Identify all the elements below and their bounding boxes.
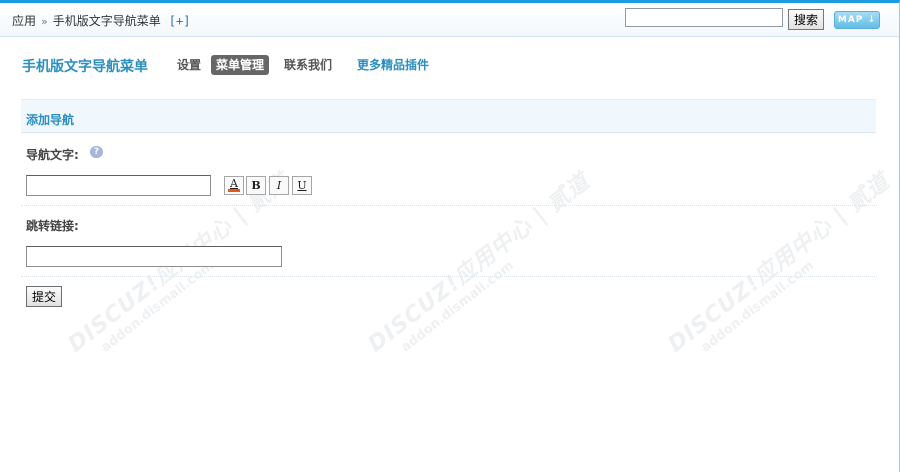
nav-text-input[interactable]: [26, 175, 211, 196]
breadcrumb: 应用 » 手机版文字导航菜单 [+]: [12, 12, 190, 29]
row-divider: [21, 205, 877, 206]
map-button[interactable]: MAP ↓: [834, 11, 880, 29]
more-plugins-link[interactable]: 更多精品插件: [357, 55, 429, 75]
search-input[interactable]: [625, 8, 783, 27]
underline-button[interactable]: U: [292, 176, 312, 195]
color-swatch: [228, 189, 240, 192]
plugin-title: 手机版文字导航菜单: [22, 59, 148, 75]
bold-button[interactable]: B: [246, 176, 266, 195]
submit-button[interactable]: 提交: [26, 286, 62, 307]
tab-menu-manage[interactable]: 菜单管理: [211, 55, 270, 75]
section-title: 添加导航: [26, 113, 75, 127]
watermark: DISCUZ!应用中心 | 贰道 addon.dismall.com: [660, 169, 900, 427]
italic-button[interactable]: I: [269, 176, 289, 195]
admin-frame: DISCUZ!应用中心 | 贰道 addon.dismall.com DISCU…: [0, 0, 900, 472]
link-label: 跳转链接:: [26, 219, 79, 233]
map-button-label: MAP: [837, 15, 864, 25]
link-input[interactable]: [26, 246, 282, 267]
tab-contact-us[interactable]: 联系我们: [284, 55, 332, 75]
nav-text-label: 导航文字:: [26, 148, 79, 162]
tab-settings[interactable]: 设置: [177, 55, 201, 75]
watermark-domain: addon.dismall.com: [398, 258, 517, 356]
breadcrumb-separator: »: [41, 15, 48, 28]
section-header: 添加导航: [21, 99, 876, 133]
watermark-domain: addon.dismall.com: [698, 258, 817, 356]
breadcrumb-root[interactable]: 应用: [12, 14, 36, 28]
watermark: DISCUZ!应用中心 | 贰道 addon.dismall.com: [360, 169, 631, 427]
add-to-favorites-link[interactable]: [+]: [169, 14, 191, 28]
watermark: DISCUZ!应用中心 | 贰道 addon.dismall.com: [60, 169, 331, 427]
watermark-domain: addon.dismall.com: [98, 258, 217, 356]
top-bar: 应用 » 手机版文字导航菜单 [+] 搜索 MAP ↓: [0, 3, 899, 37]
breadcrumb-current: 手机版文字导航菜单: [52, 14, 161, 28]
row-divider: [21, 276, 877, 277]
text-color-button[interactable]: A: [224, 176, 244, 195]
search-button[interactable]: 搜索: [788, 9, 824, 30]
arrow-down-icon: ↓: [867, 15, 877, 25]
help-icon[interactable]: ?: [90, 146, 103, 158]
